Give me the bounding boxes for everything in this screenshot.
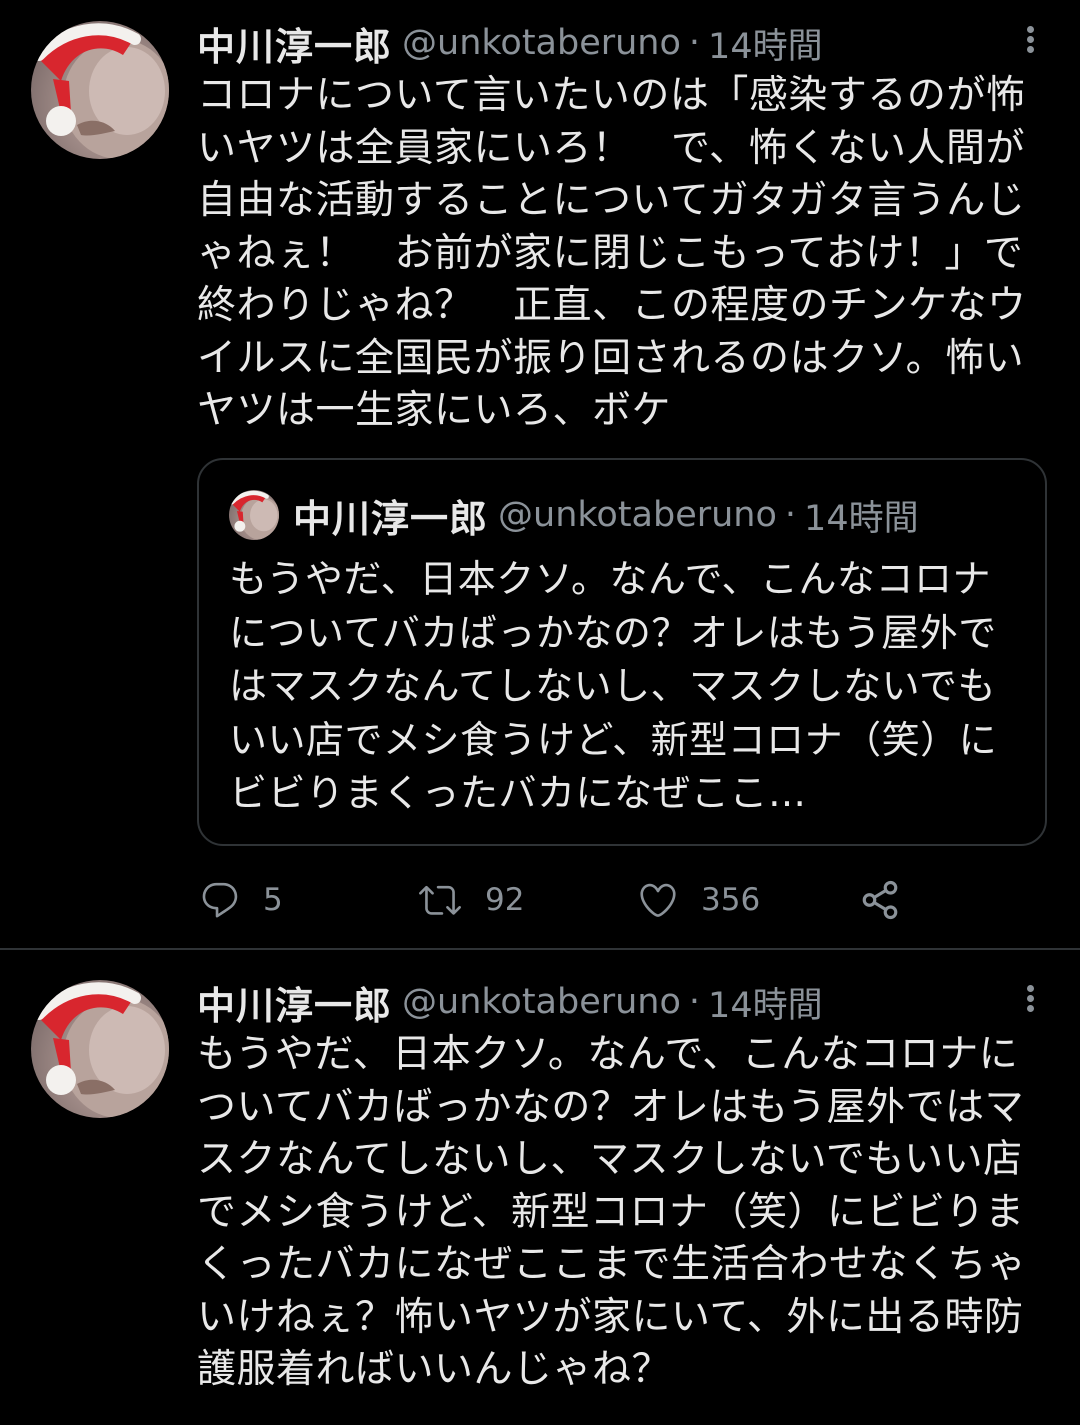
reply-button[interactable]: 5 [199,875,283,925]
avatar[interactable] [31,980,169,1118]
separator-dot: · [784,495,797,535]
retweet-button[interactable]: 92 [417,875,524,925]
more-vertical-icon[interactable] [1018,982,1042,1018]
author-handle[interactable]: @unkotaberuno [402,23,681,63]
avatar[interactable] [31,21,169,159]
quoted-tweet[interactable]: 中川淳一郎 @unkotaberuno · 14時間 もうやだ、日本クソ。なんで… [197,458,1047,846]
santa-hat-avatar-image [33,982,169,1118]
tweet[interactable]: 中川淳一郎 @unkotaberuno · 14時間 コロナについて言いたいのは… [0,0,1080,948]
heart-icon [640,883,676,917]
tweet-timestamp[interactable]: 14時間 [708,977,823,1028]
quoted-author-name: 中川淳一郎 [293,496,489,541]
tweet-header: 中川淳一郎 @unkotaberuno · 14時間 [197,975,1050,1030]
retweet-icon [419,885,461,915]
share-button[interactable] [859,875,901,925]
reply-icon [202,882,238,918]
retweet-count: 92 [485,882,525,918]
santa-hat-avatar-image [229,490,279,540]
quoted-avatar [229,490,279,540]
quoted-tweet-header: 中川淳一郎 @unkotaberuno · 14時間 [293,490,919,541]
separator-dot: · [688,23,701,63]
quoted-author-handle: @unkotaberuno [498,495,777,535]
tweet-action-bar: 5 92 356 [197,875,957,925]
tweet-timestamp[interactable]: 14時間 [708,18,823,69]
like-button[interactable]: 356 [637,875,760,925]
author-handle[interactable]: @unkotaberuno [402,982,681,1022]
like-count: 356 [701,882,761,918]
share-icon [862,880,898,920]
tweet-header: 中川淳一郎 @unkotaberuno · 14時間 [197,16,1050,71]
reply-count: 5 [263,882,283,918]
tweet-text: コロナについて言いたいのは「感染するのが怖いヤツは全員家にいろ！ で、怖くない人… [197,73,1027,433]
tweet[interactable]: 中川淳一郎 @unkotaberuno · 14時間 もうやだ、日本クソ。なんで… [0,950,1080,1425]
author-name[interactable]: 中川淳一郎 [197,16,392,71]
more-vertical-icon[interactable] [1018,23,1042,59]
quoted-tweet-timestamp: 14時間 [804,498,919,539]
author-name[interactable]: 中川淳一郎 [197,975,392,1030]
tweet-text: もうやだ、日本クソ。なんで、こんなコロナについてバカばっかなの？オレはもう屋外で… [197,1032,1027,1392]
quoted-tweet-text: もうやだ、日本クソ。なんで、こんなコロナについてバカばっかなの？オレはもう屋外で… [229,557,998,815]
santa-hat-avatar-image [33,23,169,159]
separator-dot: · [688,982,701,1022]
